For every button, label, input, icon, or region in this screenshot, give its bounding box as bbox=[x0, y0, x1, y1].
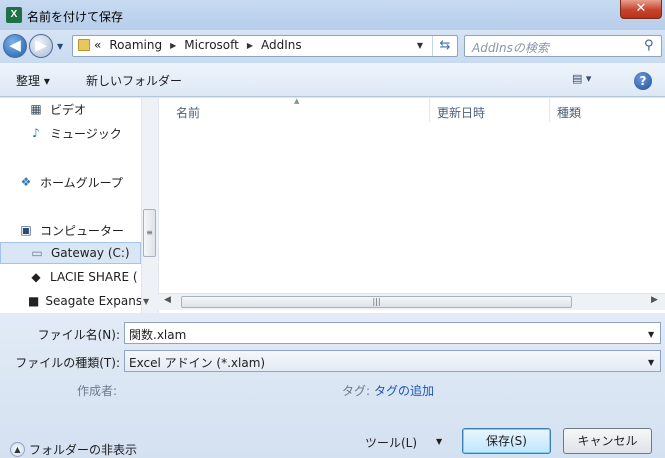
nav-item-label: ビデオ bbox=[50, 102, 87, 117]
horizontal-scroll-thumb[interactable]: ||| bbox=[181, 296, 572, 308]
external-drive-icon: ■ bbox=[28, 294, 40, 308]
drive-icon: ▭ bbox=[31, 246, 43, 260]
column-header-date[interactable]: 更新日時 bbox=[437, 104, 485, 121]
author-label: 作成者: bbox=[77, 384, 118, 398]
folder-icon bbox=[78, 39, 90, 51]
cancel-button[interactable]: キャンセル bbox=[563, 428, 652, 454]
sidebar-scroll-thumb[interactable]: ≡ bbox=[143, 209, 156, 257]
nav-item-gateway-drive[interactable]: ▭ Gateway (C:) bbox=[0, 242, 141, 264]
nav-item-seagate[interactable]: ■ Seagate Expans bbox=[0, 290, 143, 312]
scroll-down-icon[interactable]: ▼ bbox=[143, 297, 149, 306]
back-button[interactable]: ◀ bbox=[3, 34, 27, 58]
column-header-name[interactable]: 名前 bbox=[176, 104, 200, 121]
breadcrumb-arrow-icon[interactable]: ▶ bbox=[247, 41, 253, 50]
chevron-down-icon[interactable]: ▼ bbox=[648, 358, 654, 367]
window-title: 名前を付けて保存 bbox=[27, 10, 124, 24]
chevron-down-icon[interactable]: ▼ bbox=[648, 330, 654, 339]
save-button[interactable]: 保存(S) bbox=[462, 428, 551, 454]
filetype-select[interactable]: Excel アドイン (*.xlam) bbox=[124, 350, 661, 372]
add-tag-link[interactable]: タグの追加 bbox=[374, 382, 434, 399]
search-placeholder: AddInsの検索 bbox=[472, 41, 549, 55]
sort-ascending-icon: ▲ bbox=[294, 97, 300, 105]
nav-item-label: Seagate Expans bbox=[45, 294, 143, 308]
navigation-pane: ▦ ビデオ ♪ ミュージック ❖ ホームグループ ▣ コンピューター ▭ Gat… bbox=[0, 98, 158, 313]
recent-locations-icon[interactable]: ▼ bbox=[57, 42, 63, 51]
search-icon[interactable]: ⚲ bbox=[644, 38, 654, 53]
network-drive-icon: ◆ bbox=[31, 270, 41, 284]
column-divider[interactable] bbox=[549, 98, 550, 122]
scroll-right-icon[interactable]: ▶ bbox=[651, 295, 658, 305]
column-divider[interactable] bbox=[429, 98, 430, 122]
nav-item-label: ミュージック bbox=[50, 126, 122, 141]
help-icon[interactable]: ? bbox=[634, 72, 652, 90]
video-icon: ▦ bbox=[30, 102, 42, 116]
homegroup-icon: ❖ bbox=[20, 175, 32, 189]
nav-item-video[interactable]: ▦ ビデオ bbox=[0, 98, 141, 120]
breadcrumb-overflow[interactable]: « bbox=[94, 38, 101, 52]
nav-item-label: ホームグループ bbox=[40, 175, 123, 190]
tag-label: タグ: bbox=[342, 384, 371, 398]
view-options-icon[interactable]: ▤ ▾ bbox=[572, 72, 591, 85]
scroll-left-icon[interactable]: ◀ bbox=[164, 295, 171, 305]
refresh-icon[interactable]: ⇆ bbox=[432, 36, 457, 56]
new-folder-button[interactable]: 新しいフォルダー bbox=[86, 72, 182, 89]
collapse-icon: ▲ bbox=[10, 442, 25, 457]
nav-item-music[interactable]: ♪ ミュージック bbox=[0, 122, 141, 144]
filetype-label: ファイルの種類(T): bbox=[15, 356, 120, 370]
nav-item-homegroup[interactable]: ❖ ホームグループ bbox=[0, 171, 141, 193]
excel-icon: X bbox=[6, 7, 22, 23]
filename-field[interactable]: 関数.xlam bbox=[124, 322, 661, 344]
column-header-type[interactable]: 種類 bbox=[557, 104, 581, 121]
chevron-down-icon[interactable]: ▼ bbox=[436, 437, 442, 446]
breadcrumb-item[interactable]: Microsoft bbox=[184, 38, 239, 52]
breadcrumb-item[interactable]: Roaming bbox=[109, 38, 162, 52]
nav-item-lacie-share[interactable]: ◆ LACIE SHARE ( bbox=[0, 266, 141, 288]
breadcrumb: « Roaming ▶ Microsoft ▶ AddIns bbox=[94, 38, 302, 52]
breadcrumb-arrow-icon[interactable]: ▶ bbox=[170, 41, 176, 50]
nav-item-label: コンピューター bbox=[40, 223, 125, 238]
nav-item-label: Gateway (C:) bbox=[51, 246, 130, 260]
close-button[interactable]: ✕ bbox=[620, 0, 662, 19]
computer-icon: ▣ bbox=[20, 223, 32, 237]
address-dropdown-icon[interactable]: ▼ bbox=[412, 36, 428, 56]
breadcrumb-item[interactable]: AddIns bbox=[261, 38, 302, 52]
hide-folders-button[interactable]: ▲ フォルダーの非表示 bbox=[10, 441, 137, 458]
music-icon: ♪ bbox=[32, 126, 40, 140]
tools-button[interactable]: ツール(L) bbox=[365, 434, 417, 451]
forward-button[interactable]: ▶ bbox=[29, 34, 53, 58]
nav-item-label: LACIE SHARE ( bbox=[50, 270, 138, 284]
sidebar-scrollbar[interactable] bbox=[141, 98, 158, 313]
file-list[interactable] bbox=[158, 98, 665, 313]
filename-label: ファイル名(N): bbox=[37, 328, 120, 342]
hide-folders-label: フォルダーの非表示 bbox=[29, 443, 138, 457]
organize-button[interactable]: 整理 ▾ bbox=[16, 72, 50, 89]
nav-item-computer[interactable]: ▣ コンピューター bbox=[0, 219, 141, 241]
